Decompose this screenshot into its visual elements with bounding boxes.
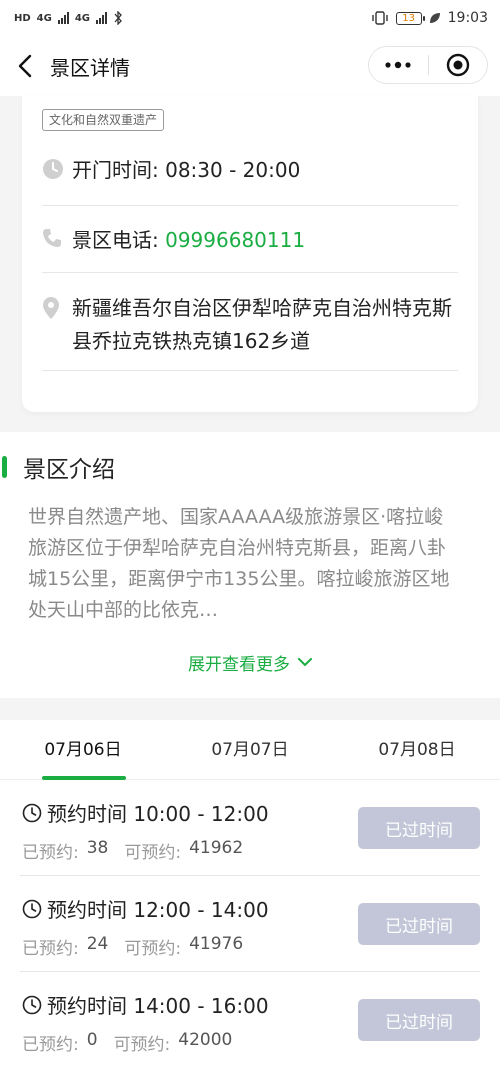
slot-time: 预约时间 10:00 - 12:00 bbox=[22, 798, 269, 827]
signal-label-2: 4G bbox=[74, 12, 91, 24]
more-dots-icon bbox=[385, 61, 411, 69]
address-text: 新疆维吾尔自治区伊犁哈萨克自治州特克斯县乔拉克铁热克镇162乡道 bbox=[72, 296, 452, 353]
clock-icon bbox=[42, 154, 72, 180]
slot-expired-button[interactable]: 已过时间 bbox=[358, 807, 480, 849]
divider bbox=[42, 370, 458, 371]
date-tab-0706[interactable]: 07月06日 bbox=[0, 720, 166, 780]
nav-bar: 景区详情 bbox=[0, 36, 500, 96]
expand-more-label: 展开查看更多 bbox=[188, 655, 290, 675]
intro-text: 世界自然遗产地、国家AAAAA级旅游景区·喀拉峻旅游区位于伊犁哈萨克自治州特克斯… bbox=[28, 506, 450, 621]
signal-bars-icon bbox=[57, 12, 69, 24]
clock-icon bbox=[22, 995, 42, 1014]
divider bbox=[42, 205, 458, 206]
battery-level: 13 bbox=[402, 12, 415, 24]
date-tab-0707[interactable]: 07月07日 bbox=[167, 720, 333, 780]
signal-label-1: 4G bbox=[36, 12, 52, 24]
close-target-icon bbox=[446, 53, 469, 77]
page-title: 景区详情 bbox=[50, 55, 130, 80]
scenic-info-card: 文化和自然双重遗产 开门时间: 08:30 - 20:00 景区电话: 0999… bbox=[22, 96, 478, 412]
expand-more-button[interactable]: 展开查看更多 bbox=[0, 650, 500, 675]
vibrate-icon bbox=[371, 11, 388, 25]
clock-icon bbox=[22, 803, 42, 822]
slot-count: 已预约: 38 可预约: 41962 bbox=[22, 838, 243, 863]
hours-label: 开门时间: bbox=[72, 158, 166, 182]
available-count: 41962 bbox=[189, 838, 244, 858]
booked-label: 已预约: bbox=[22, 1035, 79, 1055]
booked-label: 已预约: bbox=[22, 843, 79, 863]
slot-time: 预约时间 12:00 - 14:00 bbox=[22, 894, 269, 923]
battery-icon: 13 bbox=[395, 11, 425, 25]
divider bbox=[42, 272, 458, 273]
phone-label: 景区电话: bbox=[72, 228, 166, 252]
section-accent-bar bbox=[2, 456, 7, 478]
menu-capsule bbox=[368, 46, 488, 84]
slot-time-label: 预约时间 14:00 - 16:00 bbox=[47, 994, 269, 1018]
hd-label: HD bbox=[14, 12, 31, 24]
clock-icon bbox=[22, 899, 42, 918]
booked-count: 38 bbox=[86, 838, 109, 858]
slot-time: 预约时间 14:00 - 16:00 bbox=[22, 990, 269, 1019]
address-row: 新疆维吾尔自治区伊犁哈萨克自治州特克斯县乔拉克铁热克镇162乡道 bbox=[42, 292, 458, 358]
slot-expired-button[interactable]: 已过时间 bbox=[358, 903, 480, 945]
chevron-down-icon bbox=[298, 658, 312, 667]
intro-header: 景区介绍 bbox=[0, 452, 115, 483]
status-bar: HD 4G 4G 13 19:03 bbox=[0, 0, 500, 36]
signal-area: HD 4G 4G bbox=[14, 11, 123, 25]
booking-section: 07月06日 07月07日 07月08日 预约时间 10:00 - 12:00 … bbox=[0, 720, 500, 1083]
slot-expired-button[interactable]: 已过时间 bbox=[358, 999, 480, 1041]
slot-time-label: 预约时间 12:00 - 14:00 bbox=[47, 898, 269, 922]
slot-time-label: 预约时间 10:00 - 12:00 bbox=[47, 802, 269, 826]
available-count: 42000 bbox=[178, 1030, 233, 1050]
available-label: 可预约: bbox=[124, 939, 182, 959]
heritage-tag: 文化和自然双重遗产 bbox=[42, 109, 165, 131]
slot-count: 已预约: 24 可预约: 41976 bbox=[22, 934, 243, 959]
intro-section: 景区介绍 世界自然遗产地、国家AAAAA级旅游景区·喀拉峻旅游区位于伊犁哈萨克自… bbox=[0, 432, 500, 698]
available-label: 可预约: bbox=[113, 1035, 171, 1055]
intro-title: 景区介绍 bbox=[23, 457, 115, 483]
signal-bars-icon bbox=[96, 12, 108, 24]
date-tab-0708[interactable]: 07月08日 bbox=[334, 720, 500, 780]
leaf-icon bbox=[429, 13, 440, 23]
more-button[interactable] bbox=[369, 47, 428, 83]
bluetooth-icon bbox=[114, 11, 122, 25]
date-tabs: 07月06日 07月07日 07月08日 bbox=[0, 720, 500, 780]
phone-number-link[interactable]: 09996680111 bbox=[165, 228, 305, 252]
time-slot-row: 预约时间 14:00 - 16:00 已预约: 0 可预约: 42000 已过时间 bbox=[0, 972, 500, 1068]
time-slot-row: 预约时间 12:00 - 14:00 已预约: 24 可预约: 41976 已过时间 bbox=[0, 876, 500, 972]
available-count: 41976 bbox=[189, 934, 244, 954]
booked-label: 已预约: bbox=[22, 939, 79, 959]
booked-count: 0 bbox=[86, 1030, 98, 1050]
clock-time: 19:03 bbox=[447, 10, 488, 26]
slot-count: 已预约: 0 可预约: 42000 bbox=[22, 1030, 232, 1055]
back-arrow-icon bbox=[18, 54, 32, 78]
available-label: 可预约: bbox=[124, 843, 182, 863]
time-slot-row: 预约时间 10:00 - 12:00 已预约: 38 可预约: 41962 已过时间 bbox=[0, 780, 500, 876]
back-button[interactable] bbox=[0, 36, 50, 96]
location-pin-icon bbox=[42, 292, 72, 320]
opening-hours-row: 开门时间: 08:30 - 20:00 bbox=[42, 154, 458, 187]
hours-value: 08:30 - 20:00 bbox=[165, 158, 301, 182]
booked-count: 24 bbox=[86, 934, 109, 954]
phone-row: 景区电话: 09996680111 bbox=[42, 224, 458, 257]
phone-icon bbox=[42, 224, 72, 248]
close-miniprogram-button[interactable] bbox=[429, 47, 488, 83]
